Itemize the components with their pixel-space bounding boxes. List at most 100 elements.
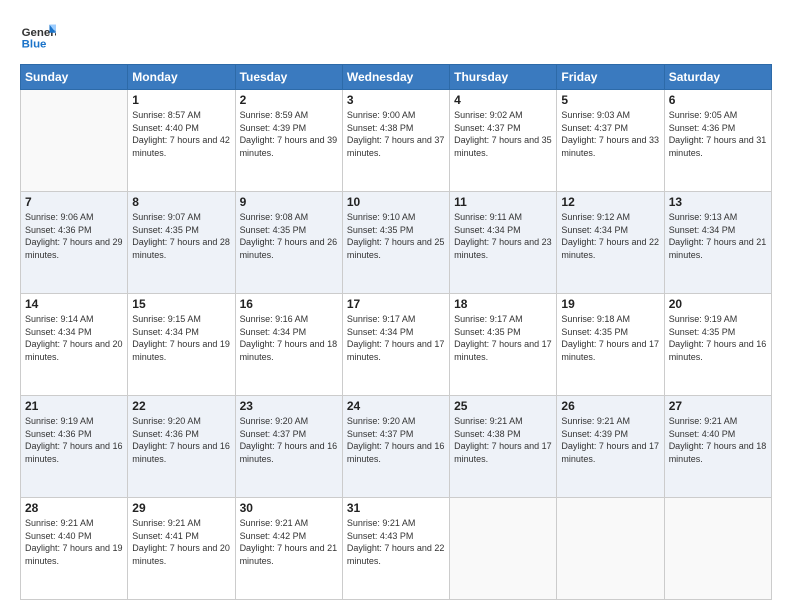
calendar-cell: [557, 498, 664, 600]
calendar-cell: 30 Sunrise: 9:21 AMSunset: 4:42 PMDayligh…: [235, 498, 342, 600]
calendar-cell: 1Sunrise: 8:57 AMSunset: 4:40 PMDaylight…: [128, 90, 235, 192]
day-number: 5: [561, 93, 659, 107]
header: General Blue: [20, 18, 772, 54]
calendar-cell: 28 Sunrise: 9:21 AMSunset: 4:40 PMDayligh…: [21, 498, 128, 600]
day-info: Sunrise: 9:21 AMSunset: 4:38 PMDaylight:…: [454, 415, 552, 465]
day-info: Sunrise: 9:17 AMSunset: 4:34 PMDaylight:…: [347, 313, 445, 363]
calendar-cell: 19 Sunrise: 9:18 AMSunset: 4:35 PMDayligh…: [557, 294, 664, 396]
weekday-header-sunday: Sunday: [21, 65, 128, 90]
calendar-cell: 17Sunrise: 9:17 AMSunset: 4:34 PMDayligh…: [342, 294, 449, 396]
calendar-cell: 9 Sunrise: 9:08 AMSunset: 4:35 PMDaylight…: [235, 192, 342, 294]
day-number: 6: [669, 93, 767, 107]
day-info: Sunrise: 9:17 AMSunset: 4:35 PMDaylight:…: [454, 313, 552, 363]
day-number: 7: [25, 195, 123, 209]
calendar-cell: 23 Sunrise: 9:20 AMSunset: 4:37 PMDayligh…: [235, 396, 342, 498]
weekday-header-row: SundayMondayTuesdayWednesdayThursdayFrid…: [21, 65, 772, 90]
day-number: 1: [132, 93, 230, 107]
day-number: 20: [669, 297, 767, 311]
svg-text:Blue: Blue: [22, 38, 47, 50]
day-info: Sunrise: 9:16 AMSunset: 4:34 PMDaylight:…: [240, 313, 338, 363]
weekday-header-saturday: Saturday: [664, 65, 771, 90]
day-number: 13: [669, 195, 767, 209]
day-info: Sunrise: 9:02 AMSunset: 4:37 PMDaylight:…: [454, 109, 552, 159]
calendar-cell: 26Sunrise: 9:21 AMSunset: 4:39 PMDayligh…: [557, 396, 664, 498]
day-number: 2: [240, 93, 338, 107]
calendar-cell: 10Sunrise: 9:10 AMSunset: 4:35 PMDayligh…: [342, 192, 449, 294]
weekday-header-monday: Monday: [128, 65, 235, 90]
calendar-cell: 3 Sunrise: 9:00 AMSunset: 4:38 PMDaylight…: [342, 90, 449, 192]
day-info: Sunrise: 9:21 AMSunset: 4:40 PMDaylight:…: [25, 517, 123, 567]
day-info: Sunrise: 9:14 AMSunset: 4:34 PMDaylight:…: [25, 313, 123, 363]
weekday-header-wednesday: Wednesday: [342, 65, 449, 90]
day-number: 14: [25, 297, 123, 311]
day-info: Sunrise: 9:00 AMSunset: 4:38 PMDaylight:…: [347, 109, 445, 159]
day-number: 16: [240, 297, 338, 311]
calendar-cell: 22Sunrise: 9:20 AMSunset: 4:36 PMDayligh…: [128, 396, 235, 498]
calendar-cell: [21, 90, 128, 192]
calendar-cell: 20 Sunrise: 9:19 AMSunset: 4:35 PMDayligh…: [664, 294, 771, 396]
generalblue-logo-icon: General Blue: [20, 18, 56, 54]
day-number: 4: [454, 93, 552, 107]
day-info: Sunrise: 9:15 AMSunset: 4:34 PMDaylight:…: [132, 313, 230, 363]
calendar-cell: 13 Sunrise: 9:13 AMSunset: 4:34 PMDayligh…: [664, 192, 771, 294]
weekday-header-friday: Friday: [557, 65, 664, 90]
day-number: 30: [240, 501, 338, 515]
day-number: 25: [454, 399, 552, 413]
calendar-week-row: 14 Sunrise: 9:14 AMSunset: 4:34 PMDayligh…: [21, 294, 772, 396]
day-info: Sunrise: 9:08 AMSunset: 4:35 PMDaylight:…: [240, 211, 338, 261]
day-number: 10: [347, 195, 445, 209]
page: General Blue SundayMondayTuesdayWednesda…: [0, 0, 792, 612]
day-info: Sunrise: 9:19 AMSunset: 4:35 PMDaylight:…: [669, 313, 767, 363]
calendar-cell: 8Sunrise: 9:07 AMSunset: 4:35 PMDaylight…: [128, 192, 235, 294]
day-info: Sunrise: 9:12 AMSunset: 4:34 PMDaylight:…: [561, 211, 659, 261]
day-number: 24: [347, 399, 445, 413]
calendar-cell: 11Sunrise: 9:11 AMSunset: 4:34 PMDayligh…: [450, 192, 557, 294]
calendar-cell: 2 Sunrise: 8:59 AMSunset: 4:39 PMDaylight…: [235, 90, 342, 192]
calendar-week-row: 1Sunrise: 8:57 AMSunset: 4:40 PMDaylight…: [21, 90, 772, 192]
calendar-cell: 15 Sunrise: 9:15 AMSunset: 4:34 PMDayligh…: [128, 294, 235, 396]
calendar-cell: 21 Sunrise: 9:19 AMSunset: 4:36 PMDayligh…: [21, 396, 128, 498]
calendar-cell: 27Sunrise: 9:21 AMSunset: 4:40 PMDayligh…: [664, 396, 771, 498]
day-number: 18: [454, 297, 552, 311]
calendar-table: SundayMondayTuesdayWednesdayThursdayFrid…: [20, 64, 772, 600]
day-number: 31: [347, 501, 445, 515]
calendar-week-row: 28 Sunrise: 9:21 AMSunset: 4:40 PMDayligh…: [21, 498, 772, 600]
day-info: Sunrise: 9:21 AMSunset: 4:42 PMDaylight:…: [240, 517, 338, 567]
calendar-cell: 16 Sunrise: 9:16 AMSunset: 4:34 PMDayligh…: [235, 294, 342, 396]
day-number: 28: [25, 501, 123, 515]
day-info: Sunrise: 9:21 AMSunset: 4:43 PMDaylight:…: [347, 517, 445, 567]
day-number: 9: [240, 195, 338, 209]
day-number: 15: [132, 297, 230, 311]
day-info: Sunrise: 9:13 AMSunset: 4:34 PMDaylight:…: [669, 211, 767, 261]
day-info: Sunrise: 9:06 AMSunset: 4:36 PMDaylight:…: [25, 211, 123, 261]
day-info: Sunrise: 9:18 AMSunset: 4:35 PMDaylight:…: [561, 313, 659, 363]
logo: General Blue: [20, 18, 56, 54]
day-info: Sunrise: 9:19 AMSunset: 4:36 PMDaylight:…: [25, 415, 123, 465]
weekday-header-thursday: Thursday: [450, 65, 557, 90]
day-info: Sunrise: 9:05 AMSunset: 4:36 PMDaylight:…: [669, 109, 767, 159]
day-number: 12: [561, 195, 659, 209]
day-info: Sunrise: 9:21 AMSunset: 4:39 PMDaylight:…: [561, 415, 659, 465]
day-info: Sunrise: 9:21 AMSunset: 4:40 PMDaylight:…: [669, 415, 767, 465]
calendar-cell: 18 Sunrise: 9:17 AMSunset: 4:35 PMDayligh…: [450, 294, 557, 396]
calendar-cell: 25 Sunrise: 9:21 AMSunset: 4:38 PMDayligh…: [450, 396, 557, 498]
calendar-cell: 4 Sunrise: 9:02 AMSunset: 4:37 PMDaylight…: [450, 90, 557, 192]
day-info: Sunrise: 8:59 AMSunset: 4:39 PMDaylight:…: [240, 109, 338, 159]
day-number: 3: [347, 93, 445, 107]
day-info: Sunrise: 9:21 AMSunset: 4:41 PMDaylight:…: [132, 517, 230, 567]
day-number: 21: [25, 399, 123, 413]
day-info: Sunrise: 9:20 AMSunset: 4:37 PMDaylight:…: [240, 415, 338, 465]
day-info: Sunrise: 9:11 AMSunset: 4:34 PMDaylight:…: [454, 211, 552, 261]
calendar-cell: 7 Sunrise: 9:06 AMSunset: 4:36 PMDaylight…: [21, 192, 128, 294]
calendar-cell: 14 Sunrise: 9:14 AMSunset: 4:34 PMDayligh…: [21, 294, 128, 396]
day-info: Sunrise: 9:20 AMSunset: 4:36 PMDaylight:…: [132, 415, 230, 465]
day-number: 19: [561, 297, 659, 311]
day-number: 23: [240, 399, 338, 413]
calendar-cell: 6 Sunrise: 9:05 AMSunset: 4:36 PMDaylight…: [664, 90, 771, 192]
calendar-cell: 24Sunrise: 9:20 AMSunset: 4:37 PMDayligh…: [342, 396, 449, 498]
calendar-cell: 29 Sunrise: 9:21 AMSunset: 4:41 PMDayligh…: [128, 498, 235, 600]
day-number: 29: [132, 501, 230, 515]
calendar-cell: 12 Sunrise: 9:12 AMSunset: 4:34 PMDayligh…: [557, 192, 664, 294]
day-info: Sunrise: 9:07 AMSunset: 4:35 PMDaylight:…: [132, 211, 230, 261]
calendar-cell: [664, 498, 771, 600]
